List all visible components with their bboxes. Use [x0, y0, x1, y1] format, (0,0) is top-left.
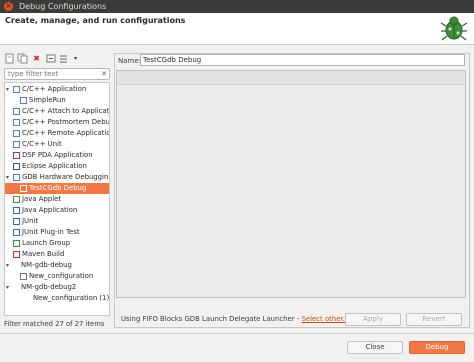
- junit-plugin-icon: [13, 229, 20, 236]
- tree-item[interactable]: Java Application: [5, 205, 109, 216]
- name-input[interactable]: [141, 55, 464, 65]
- tree-item[interactable]: JUnit Plug-in Test: [5, 227, 109, 238]
- clear-filter-icon[interactable]: ✕: [101, 69, 107, 79]
- duplicate-icon[interactable]: [17, 53, 28, 64]
- tree-item[interactable]: Java Applet: [5, 194, 109, 205]
- tree-item-label: C/C++ Unit: [22, 140, 62, 148]
- junit-icon: [13, 218, 20, 225]
- tree-item-label: C/C++ Attach to Applicat: [22, 107, 110, 115]
- config-tabs-area: [116, 70, 466, 298]
- name-label: Name:: [118, 57, 142, 65]
- debug-button[interactable]: Debug: [409, 341, 465, 354]
- c-remote-icon: [13, 130, 20, 137]
- tree-item-label: New_configuration (1): [33, 294, 110, 302]
- tree-item[interactable]: ▾ NM-gdb-debug2: [5, 282, 109, 293]
- c-attach-icon: [13, 108, 20, 115]
- tree-item[interactable]: ▾ GDB Hardware Debuggin: [5, 172, 109, 183]
- java-applet-icon: [13, 196, 20, 203]
- c-postmortem-icon: [13, 119, 20, 126]
- expand-toggle-icon[interactable]: ▾: [6, 84, 12, 95]
- c-unit-icon: [13, 141, 20, 148]
- dsf-icon: [13, 152, 20, 159]
- revert-button[interactable]: Revert: [406, 313, 462, 326]
- apply-button[interactable]: Apply: [345, 313, 401, 326]
- gdb-icon: [13, 174, 20, 181]
- tree-item[interactable]: SimpleRun: [5, 95, 109, 106]
- tree-item-label: JUnit: [22, 217, 39, 225]
- config-tab-strip: [117, 71, 465, 85]
- delete-icon[interactable]: ✖: [31, 53, 42, 64]
- new-config-icon[interactable]: [4, 53, 15, 64]
- button-bar-separator: [0, 333, 474, 334]
- tree-item-label: C/C++ Remote Applicatio: [22, 129, 110, 137]
- tree-item[interactable]: DSF PDA Application: [5, 150, 109, 161]
- c-app-icon: [13, 86, 20, 93]
- tree-item-label: C/C++ Postmortem Debu: [22, 118, 110, 126]
- expand-toggle-icon[interactable]: ▾: [6, 260, 12, 271]
- name-field[interactable]: [140, 54, 465, 66]
- tree-item[interactable]: C/C++ Unit: [5, 139, 109, 150]
- expand-toggle-icon[interactable]: ▾: [6, 172, 12, 183]
- tree-item[interactable]: JUnit: [5, 216, 109, 227]
- tree-item-label: TestCGdb Debug: [29, 184, 87, 192]
- launcher-text: Using FIFO Blocks GDB Launch Delegate La…: [121, 315, 302, 323]
- tree-item[interactable]: New_configuration (1): [5, 293, 110, 304]
- tree-item[interactable]: Maven Build: [5, 249, 109, 260]
- dropdown-icon[interactable]: ▾: [70, 53, 81, 64]
- debug-bug-icon: [440, 16, 468, 41]
- panel-sash[interactable]: [111, 53, 113, 328]
- launch-group-icon: [13, 240, 20, 247]
- tree-item[interactable]: ▾ C/C++ Application: [5, 84, 109, 95]
- tree-item-label: NM-gdb-debug: [21, 261, 72, 269]
- close-button[interactable]: Close: [347, 341, 403, 354]
- tree-item-label: DSF PDA Application: [22, 151, 93, 159]
- launcher-line: Using FIFO Blocks GDB Launch Delegate La…: [121, 314, 349, 324]
- tree-item[interactable]: C/C++ Attach to Applicat: [5, 106, 110, 117]
- title-bar: × Debug Configurations: [0, 0, 474, 13]
- tree-item[interactable]: Launch Group: [5, 238, 109, 249]
- header-text: Create, manage, and run configurations: [5, 16, 186, 25]
- tree-item-label: Java Application: [22, 206, 78, 214]
- tree-item[interactable]: TestCGdb Debug: [5, 183, 109, 194]
- close-window-button[interactable]: ×: [4, 2, 13, 11]
- config-tree[interactable]: ▾ C/C++ Application SimpleRun C/C++ Attach …: [4, 82, 110, 316]
- java-app-icon: [13, 207, 20, 214]
- tree-item-label: New_configuration: [29, 272, 94, 280]
- eclipse-icon: [13, 163, 20, 170]
- config-icon: [20, 273, 27, 280]
- tree-item-label: Eclipse Application: [22, 162, 87, 170]
- config-toolbar: ✖ ▾: [4, 53, 104, 66]
- select-other-link[interactable]: Select other...: [302, 315, 350, 323]
- tree-item[interactable]: Eclipse Application: [5, 161, 109, 172]
- expand-toggle-icon[interactable]: ▾: [6, 282, 12, 293]
- maven-icon: [13, 251, 20, 258]
- tree-item-label: NM-gdb-debug2: [21, 283, 77, 291]
- filter-input[interactable]: [5, 69, 93, 79]
- filter-icon[interactable]: [59, 53, 70, 64]
- c-app-icon: [20, 185, 27, 192]
- tree-item-label: C/C++ Application: [22, 85, 87, 93]
- collapse-all-icon[interactable]: [46, 53, 57, 64]
- tree-item[interactable]: C/C++ Postmortem Debu: [5, 117, 110, 128]
- tree-item-label: GDB Hardware Debuggin: [22, 173, 109, 181]
- tree-item-label: Maven Build: [22, 250, 65, 258]
- tree-item-label: Launch Group: [22, 239, 71, 247]
- window-title: Debug Configurations: [19, 2, 107, 11]
- tree-item-label: SimpleRun: [29, 96, 66, 104]
- filter-field[interactable]: ✕: [4, 68, 110, 80]
- dialog-header: Create, manage, and run configurations: [0, 13, 474, 45]
- filter-status: Filter matched 27 of 27 items: [4, 320, 105, 328]
- c-app-icon: [20, 97, 27, 104]
- tree-item-label: Java Applet: [22, 195, 62, 203]
- tree-item-label: JUnit Plug-in Test: [22, 228, 80, 236]
- tree-item[interactable]: New_configuration: [5, 271, 109, 282]
- tree-item[interactable]: ▾ NM-gdb-debug: [5, 260, 109, 271]
- tree-item[interactable]: C/C++ Remote Applicatio: [5, 128, 110, 139]
